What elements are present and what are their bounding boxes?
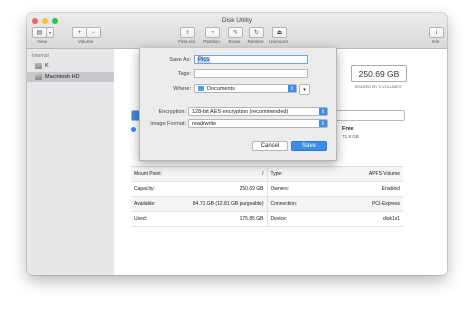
image-format-value: read/write bbox=[192, 120, 217, 127]
info-table: Mount Point: / Type: APFS Volume Capacity:… bbox=[131, 166, 403, 227]
table-cell: Owners: Enabled bbox=[266, 182, 404, 196]
erase-icon: ✎ bbox=[232, 30, 239, 36]
unmount-label: Unmount bbox=[269, 39, 288, 44]
window-title: Disk Utility bbox=[221, 17, 253, 24]
partition-label: Partition bbox=[203, 39, 220, 44]
erase-button[interactable]: ✎ bbox=[228, 27, 243, 38]
table-cell: Available: 84.71 GB (12.81 GB purgeable) bbox=[131, 197, 267, 211]
free-label: Free bbox=[342, 126, 354, 132]
chevron-updown-icon: ⇕ bbox=[288, 85, 296, 92]
where-label: Where: bbox=[173, 86, 191, 92]
sidebar-icon: ▤ bbox=[36, 30, 43, 36]
chevron-down-icon: ▾ bbox=[48, 30, 51, 35]
stethoscope-icon: ⚕ bbox=[185, 30, 190, 36]
info-key: Type: bbox=[270, 171, 283, 177]
used-legend-dot bbox=[131, 127, 136, 132]
volume-label: Volume bbox=[77, 39, 94, 44]
encryption-label: Encryption: bbox=[158, 109, 186, 115]
where-select[interactable]: Documents ⇕ bbox=[194, 84, 297, 93]
sidebar-item-macintosh-hd[interactable]: Macintosh HD bbox=[27, 72, 114, 82]
save-dialog: Save As: Pics Tags: Where: Documents ⇕ ▾… bbox=[139, 48, 337, 161]
add-volume-button[interactable]: + bbox=[72, 27, 87, 38]
info-key: Connection: bbox=[270, 201, 298, 207]
first-aid-button[interactable]: ⚕ bbox=[180, 27, 195, 38]
table-row: Used: 175.85 GB Device: disk1s1 bbox=[131, 212, 403, 227]
chevron-updown-icon: ⇕ bbox=[319, 108, 327, 115]
table-cell: Used: 175.85 GB bbox=[131, 212, 267, 226]
encryption-select[interactable]: 128-bit AES encryption (recommended) ⇕ bbox=[188, 107, 328, 116]
sidebar: Internal K Macintosh HD bbox=[27, 49, 114, 275]
sidebar-item-k[interactable]: K bbox=[27, 61, 114, 71]
sidebar-header: Internal bbox=[32, 53, 49, 59]
disk-icon bbox=[35, 74, 42, 80]
where-value: Documents bbox=[207, 85, 235, 92]
erase-label: Erase bbox=[228, 39, 241, 44]
info-key: Mount Point: bbox=[134, 171, 163, 177]
table-cell: Capacity: 250.69 GB bbox=[131, 182, 267, 196]
cancel-button[interactable]: Cancel bbox=[252, 141, 288, 151]
first-aid-label: First Aid bbox=[178, 39, 195, 44]
table-cell: Connection: PCI-Express bbox=[266, 197, 404, 211]
minus-icon: − bbox=[91, 29, 96, 36]
info-key: Used: bbox=[134, 216, 148, 222]
tags-field[interactable] bbox=[194, 69, 308, 78]
info-value: 84.71 GB (12.81 GB purgeable) bbox=[192, 201, 264, 207]
restore-icon: ↻ bbox=[253, 30, 260, 36]
restore-button[interactable]: ↻ bbox=[249, 27, 264, 38]
table-cell: Mount Point: / bbox=[131, 167, 267, 181]
table-row: Capacity: 250.69 GB Owners: Enabled bbox=[131, 182, 403, 197]
restore-label: Restore bbox=[247, 39, 264, 44]
info-value: 250.69 GB bbox=[239, 186, 264, 192]
chevron-updown-icon: ⇕ bbox=[319, 120, 327, 127]
image-format-select[interactable]: read/write ⇕ bbox=[188, 119, 328, 128]
info-value: Enabled bbox=[381, 186, 400, 192]
plus-icon: + bbox=[77, 29, 82, 36]
chevron-down-icon: ▾ bbox=[303, 86, 306, 93]
folder-icon bbox=[198, 86, 204, 91]
info-key: Available: bbox=[134, 201, 156, 207]
table-cell: Device: disk1s1 bbox=[266, 212, 404, 226]
view-button[interactable]: ▤ bbox=[32, 27, 47, 38]
encryption-value: 128-bit AES encryption (recommended) bbox=[192, 108, 289, 115]
save-as-value: Pics bbox=[197, 56, 211, 63]
remove-volume-button[interactable]: − bbox=[86, 27, 101, 38]
info-key: Capacity: bbox=[134, 186, 155, 192]
table-row: Mount Point: / Type: APFS Volume bbox=[131, 167, 403, 182]
info-icon: i bbox=[435, 29, 438, 36]
table-row: Available: 84.71 GB (12.81 GB purgeable) … bbox=[131, 197, 403, 212]
view-menu-button[interactable]: ▾ bbox=[46, 27, 54, 38]
partition-button[interactable]: ◔ bbox=[205, 27, 220, 38]
shared-volumes-caption: SHARED BY 5 VOLUMES bbox=[354, 84, 402, 89]
sidebar-item-label: Macintosh HD bbox=[45, 74, 80, 80]
volume-size: 250.69 GB bbox=[351, 65, 407, 82]
info-key: Device: bbox=[270, 216, 288, 222]
toolbar: Disk Utility ▤ ▾ View + − Volume ⚕ First… bbox=[27, 13, 447, 49]
info-value: / bbox=[262, 171, 264, 177]
info-value: PCI-Express bbox=[371, 201, 400, 207]
info-key: Owners: bbox=[270, 186, 290, 192]
save-as-label: Save As: bbox=[169, 57, 191, 63]
disk-icon bbox=[35, 63, 42, 69]
expand-browser-button[interactable]: ▾ bbox=[299, 84, 310, 95]
info-value: 175.85 GB bbox=[239, 216, 264, 222]
unmount-button[interactable]: ⏏ bbox=[272, 27, 287, 38]
tags-label: Tags: bbox=[177, 71, 191, 77]
sidebar-item-label: K bbox=[45, 63, 49, 69]
view-label: View bbox=[37, 39, 47, 44]
table-cell: Type: APFS Volume bbox=[266, 167, 404, 181]
info-button[interactable]: i bbox=[429, 27, 444, 38]
info-label: Info bbox=[431, 39, 440, 44]
free-value: 71.9 GB bbox=[342, 134, 359, 139]
image-format-label: Image Format: bbox=[150, 121, 186, 127]
save-button[interactable]: Save bbox=[291, 141, 327, 151]
info-value: APFS Volume bbox=[368, 171, 400, 177]
partition-icon: ◔ bbox=[210, 29, 215, 36]
save-as-field[interactable]: Pics bbox=[194, 55, 308, 64]
eject-icon: ⏏ bbox=[276, 30, 283, 36]
info-value: disk1s1 bbox=[383, 216, 400, 222]
